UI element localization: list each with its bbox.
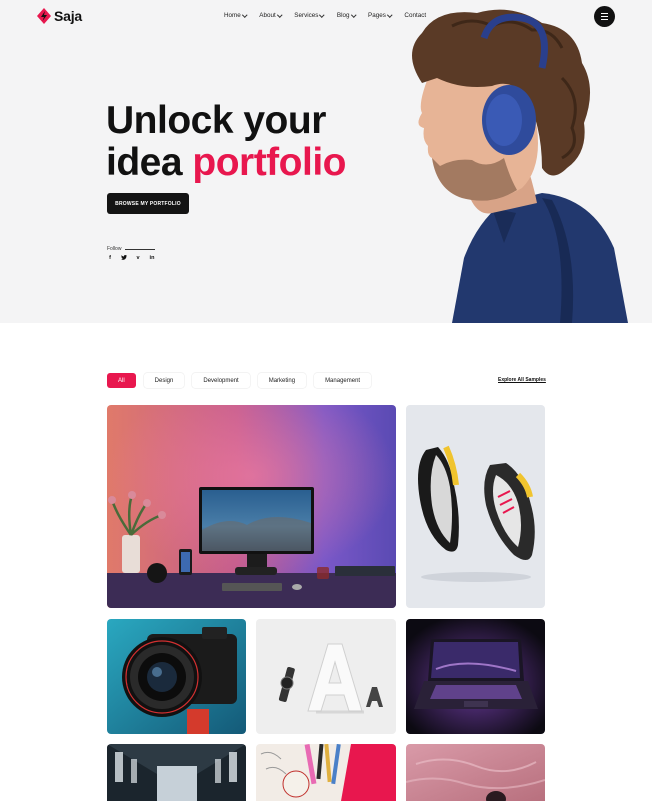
nav-label: About — [259, 12, 276, 19]
filter-management[interactable]: Management — [314, 373, 372, 388]
follow-text: Follow — [107, 246, 122, 252]
nav-item-home[interactable]: Home — [224, 12, 248, 19]
nav-label: Home — [224, 12, 241, 19]
portfolio-item-laptop[interactable] — [406, 619, 545, 734]
portfolio-item-desk-monitor[interactable] — [107, 405, 396, 608]
typography-letter-a-photo — [256, 619, 396, 734]
vimeo-icon[interactable]: v — [135, 255, 141, 262]
chevron-down-icon — [277, 12, 282, 17]
twitter-icon[interactable] — [121, 255, 127, 262]
portfolio-item-typography[interactable] — [256, 619, 396, 734]
portfolio-item-sneakers[interactable] — [406, 405, 545, 608]
hero-section: Saja Home About Services Blog Pages Cont… — [0, 0, 652, 323]
divider — [125, 248, 156, 250]
logo-icon — [37, 8, 51, 24]
follow-label: Follow — [107, 246, 156, 252]
hallway-photo — [107, 744, 246, 801]
chevron-down-icon — [350, 12, 356, 17]
hero-title: Unlock your idea portfolio — [106, 100, 346, 184]
filter-marketing[interactable]: Marketing — [257, 373, 307, 388]
laptop-photo — [406, 619, 545, 734]
nav-label: Blog — [336, 12, 350, 19]
filter-design[interactable]: Design — [143, 373, 185, 388]
portfolio-item-hallway[interactable] — [107, 744, 246, 801]
filter-all[interactable]: All — [107, 373, 136, 388]
hero-title-line1: Unlock your — [106, 99, 326, 142]
pink-water-photo — [406, 744, 545, 801]
hero-person-image — [412, 9, 628, 323]
social-links: f v in — [107, 255, 155, 262]
portfolio-filters: All Design Development Marketing Managem… — [107, 373, 372, 388]
portfolio-item-stationery[interactable] — [256, 744, 396, 801]
brand-name: Saja — [54, 8, 82, 24]
filter-development[interactable]: Development — [192, 373, 250, 388]
portfolio-item-pink-water[interactable] — [406, 744, 545, 801]
camera-photo — [107, 619, 246, 734]
portfolio-item-camera[interactable] — [107, 619, 246, 734]
nav-item-pages[interactable]: Pages — [368, 12, 393, 19]
chevron-down-icon — [242, 12, 248, 17]
nav-label: Services — [294, 12, 319, 19]
chevron-down-icon — [319, 12, 325, 17]
stationery-photo — [256, 744, 396, 801]
browse-portfolio-button[interactable]: BROWSE MY PORTFOLIO — [107, 193, 189, 214]
linkedin-icon[interactable]: in — [149, 255, 155, 262]
sneakers-photo — [406, 405, 545, 608]
nav-item-about[interactable]: About — [259, 12, 282, 19]
nav-item-blog[interactable]: Blog — [336, 12, 356, 19]
hero-title-line2: idea — [106, 141, 193, 184]
explore-all-samples-link[interactable]: Explore All Samples — [498, 377, 546, 383]
nav-item-services[interactable]: Services — [294, 12, 325, 19]
brand-logo[interactable]: Saja — [37, 8, 82, 24]
facebook-icon[interactable]: f — [107, 255, 113, 262]
desk-monitor-photo — [107, 405, 396, 608]
nav-label: Pages — [368, 12, 386, 19]
hero-title-accent: portfolio — [192, 141, 346, 184]
